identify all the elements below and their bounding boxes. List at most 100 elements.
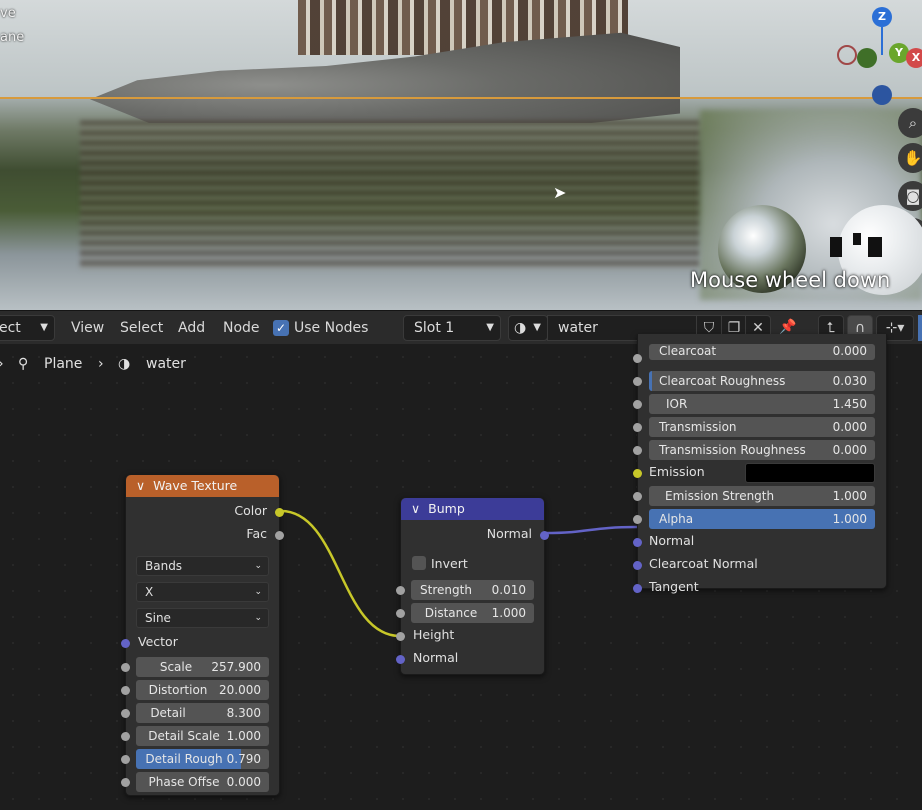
gizmo-neg-x[interactable] bbox=[837, 45, 857, 65]
input-detail-socket[interactable] bbox=[121, 709, 130, 718]
use-nodes-checkbox[interactable]: ✓ bbox=[273, 320, 289, 336]
ior-value: 1.450 bbox=[832, 397, 867, 411]
wave-texture-node[interactable]: ∨ Wave Texture Color Fac Bands ⌄ X ⌄ Sine ⌄… bbox=[121, 474, 284, 796]
bump-node[interactable]: ∨ Bump Normal Invert Strength 0.010 Dista… bbox=[396, 497, 549, 675]
principled-bsdf-node[interactable]: Clearcoat 0.000 Clearcoat Roughness 0.030 … bbox=[633, 334, 887, 594]
distortion-field[interactable]: Distortion 20.000 bbox=[136, 680, 269, 700]
input-clearcoat-normal-socket[interactable] bbox=[633, 561, 642, 570]
transmission-value: 0.000 bbox=[832, 420, 867, 434]
detail-scale-field[interactable]: Detail Scale 1.000 bbox=[136, 726, 269, 746]
collapse-chevron-icon[interactable]: ∨ bbox=[411, 501, 420, 516]
input-phase-offset-socket[interactable] bbox=[121, 778, 130, 787]
detail-roughness-value: 0.790 bbox=[226, 752, 261, 766]
input-transmission-roughness-socket[interactable] bbox=[633, 446, 642, 455]
input-distance-socket[interactable] bbox=[396, 609, 405, 618]
wave-direction-select[interactable]: X ⌄ bbox=[136, 582, 269, 602]
gizmo-neg-z[interactable] bbox=[872, 85, 892, 105]
detail-label: Detail bbox=[150, 706, 186, 720]
ior-field[interactable]: IOR 1.450 bbox=[649, 394, 875, 414]
emission-color-swatch[interactable] bbox=[745, 463, 875, 483]
overlay-toggle[interactable] bbox=[918, 315, 922, 341]
invert-checkbox[interactable] bbox=[412, 556, 426, 570]
strength-field[interactable]: Strength 0.010 bbox=[411, 580, 534, 600]
invert-label: Invert bbox=[431, 556, 468, 571]
input-height-socket[interactable] bbox=[396, 632, 405, 641]
3d-viewport[interactable]: ve ane Z Y X ⌕ ✋ ◙ ▦ Mouse wheel down ➤ bbox=[0, 0, 922, 310]
bump-title: Bump bbox=[428, 501, 465, 516]
output-fac-socket[interactable] bbox=[275, 531, 284, 540]
scale-field[interactable]: Scale 257.900 bbox=[136, 657, 269, 677]
clearcoat-field[interactable]: Clearcoat 0.000 bbox=[649, 344, 875, 360]
gizmo-x-axis[interactable]: X bbox=[906, 48, 922, 68]
menu-select[interactable]: Select bbox=[120, 311, 163, 345]
input-emission-strength-socket[interactable] bbox=[633, 492, 642, 501]
phase-offset-field[interactable]: Phase Offse 0.000 bbox=[136, 772, 269, 792]
menu-view[interactable]: View bbox=[71, 311, 104, 345]
link-color-to-height[interactable] bbox=[280, 509, 401, 638]
input-tangent-socket[interactable] bbox=[633, 584, 642, 593]
input-emission-socket[interactable] bbox=[633, 469, 642, 478]
emission-strength-field[interactable]: Emission Strength 1.000 bbox=[649, 486, 875, 506]
output-color-socket[interactable] bbox=[275, 508, 284, 517]
slot-dropdown[interactable]: Slot 1 ▼ bbox=[403, 315, 501, 341]
chevron-down-icon: ⌄ bbox=[254, 613, 262, 623]
input-transmission-socket[interactable] bbox=[633, 423, 642, 432]
output-fac-label: Fac bbox=[246, 526, 267, 541]
hand-icon[interactable]: ✋ bbox=[898, 143, 922, 173]
clearcoat-normal-label: Clearcoat Normal bbox=[649, 556, 758, 571]
input-clearcoat-roughness-socket[interactable] bbox=[633, 377, 642, 386]
gizmo-z-line bbox=[881, 27, 883, 55]
gizmo-neg-y[interactable] bbox=[857, 48, 877, 68]
bump-header[interactable]: ∨ Bump bbox=[401, 498, 544, 520]
input-clearcoat-socket[interactable] bbox=[633, 354, 642, 363]
viewport-overlay-text-1: ve bbox=[0, 6, 16, 21]
phase-offset-value: 0.000 bbox=[226, 775, 261, 789]
input-distortion-socket[interactable] bbox=[121, 686, 130, 695]
bump-output-normal-label: Normal bbox=[486, 526, 532, 541]
transmission-roughness-value: 0.000 bbox=[832, 443, 867, 457]
emission-label: Emission bbox=[649, 464, 705, 479]
input-normal-socket[interactable] bbox=[633, 538, 642, 547]
link-normal-to-normal[interactable] bbox=[544, 525, 638, 535]
clearcoat-value: 0.000 bbox=[832, 344, 867, 358]
transmission-field[interactable]: Transmission 0.000 bbox=[649, 417, 875, 437]
menu-add[interactable]: Add bbox=[178, 311, 205, 345]
input-scale-socket[interactable] bbox=[121, 663, 130, 672]
bump-output-normal-socket[interactable] bbox=[540, 531, 549, 540]
input-detail-roughness-socket[interactable] bbox=[121, 755, 130, 764]
camera-icon[interactable]: ◙ bbox=[898, 181, 922, 211]
menu-node[interactable]: Node bbox=[223, 311, 260, 345]
wave-type-select[interactable]: Bands ⌄ bbox=[136, 556, 269, 576]
zoom-icon[interactable]: ⌕ bbox=[898, 108, 922, 138]
material-browse-button[interactable]: ◑ ▼ bbox=[508, 315, 548, 341]
input-alpha-socket[interactable] bbox=[633, 515, 642, 524]
node-editor-canvas[interactable]: › ⚲ Plane › ◑ water ∨ Wave Texture Color… bbox=[0, 334, 922, 810]
distance-field[interactable]: Distance 1.000 bbox=[411, 603, 534, 623]
input-strength-socket[interactable] bbox=[396, 586, 405, 595]
wave-profile-value: Sine bbox=[145, 611, 171, 625]
input-ior-socket[interactable] bbox=[633, 400, 642, 409]
input-vector-socket[interactable] bbox=[121, 639, 130, 648]
chevron-down-icon: ⌄ bbox=[254, 587, 262, 597]
editor-mode-dropdown[interactable]: ect ▼ bbox=[0, 315, 55, 341]
water-reflection bbox=[80, 120, 700, 270]
distortion-label: Distortion bbox=[148, 683, 208, 697]
gizmo-z-axis[interactable]: Z bbox=[872, 7, 892, 27]
collapse-chevron-icon[interactable]: ∨ bbox=[136, 478, 145, 493]
bsdf-normal-label: Normal bbox=[649, 533, 695, 548]
use-nodes-toggle[interactable]: ✓ Use Nodes bbox=[273, 311, 368, 345]
wave-profile-select[interactable]: Sine ⌄ bbox=[136, 608, 269, 628]
wave-type-value: Bands bbox=[145, 559, 183, 573]
alpha-field[interactable]: Alpha 1.000 bbox=[649, 509, 875, 529]
detail-roughness-field[interactable]: Detail Rough 0.790 bbox=[136, 749, 269, 769]
input-detail-scale-socket[interactable] bbox=[121, 732, 130, 741]
input-height-label: Height bbox=[413, 627, 455, 642]
chevron-down-icon: ⌄ bbox=[254, 561, 262, 571]
emission-strength-value: 1.000 bbox=[832, 489, 867, 503]
detail-field[interactable]: Detail 8.300 bbox=[136, 703, 269, 723]
clearcoat-roughness-field[interactable]: Clearcoat Roughness 0.030 bbox=[649, 371, 875, 391]
input-normal-socket[interactable] bbox=[396, 655, 405, 664]
transmission-roughness-field[interactable]: Transmission Roughness 0.000 bbox=[649, 440, 875, 460]
wave-texture-header[interactable]: ∨ Wave Texture bbox=[126, 475, 279, 497]
distortion-value: 20.000 bbox=[219, 683, 261, 697]
